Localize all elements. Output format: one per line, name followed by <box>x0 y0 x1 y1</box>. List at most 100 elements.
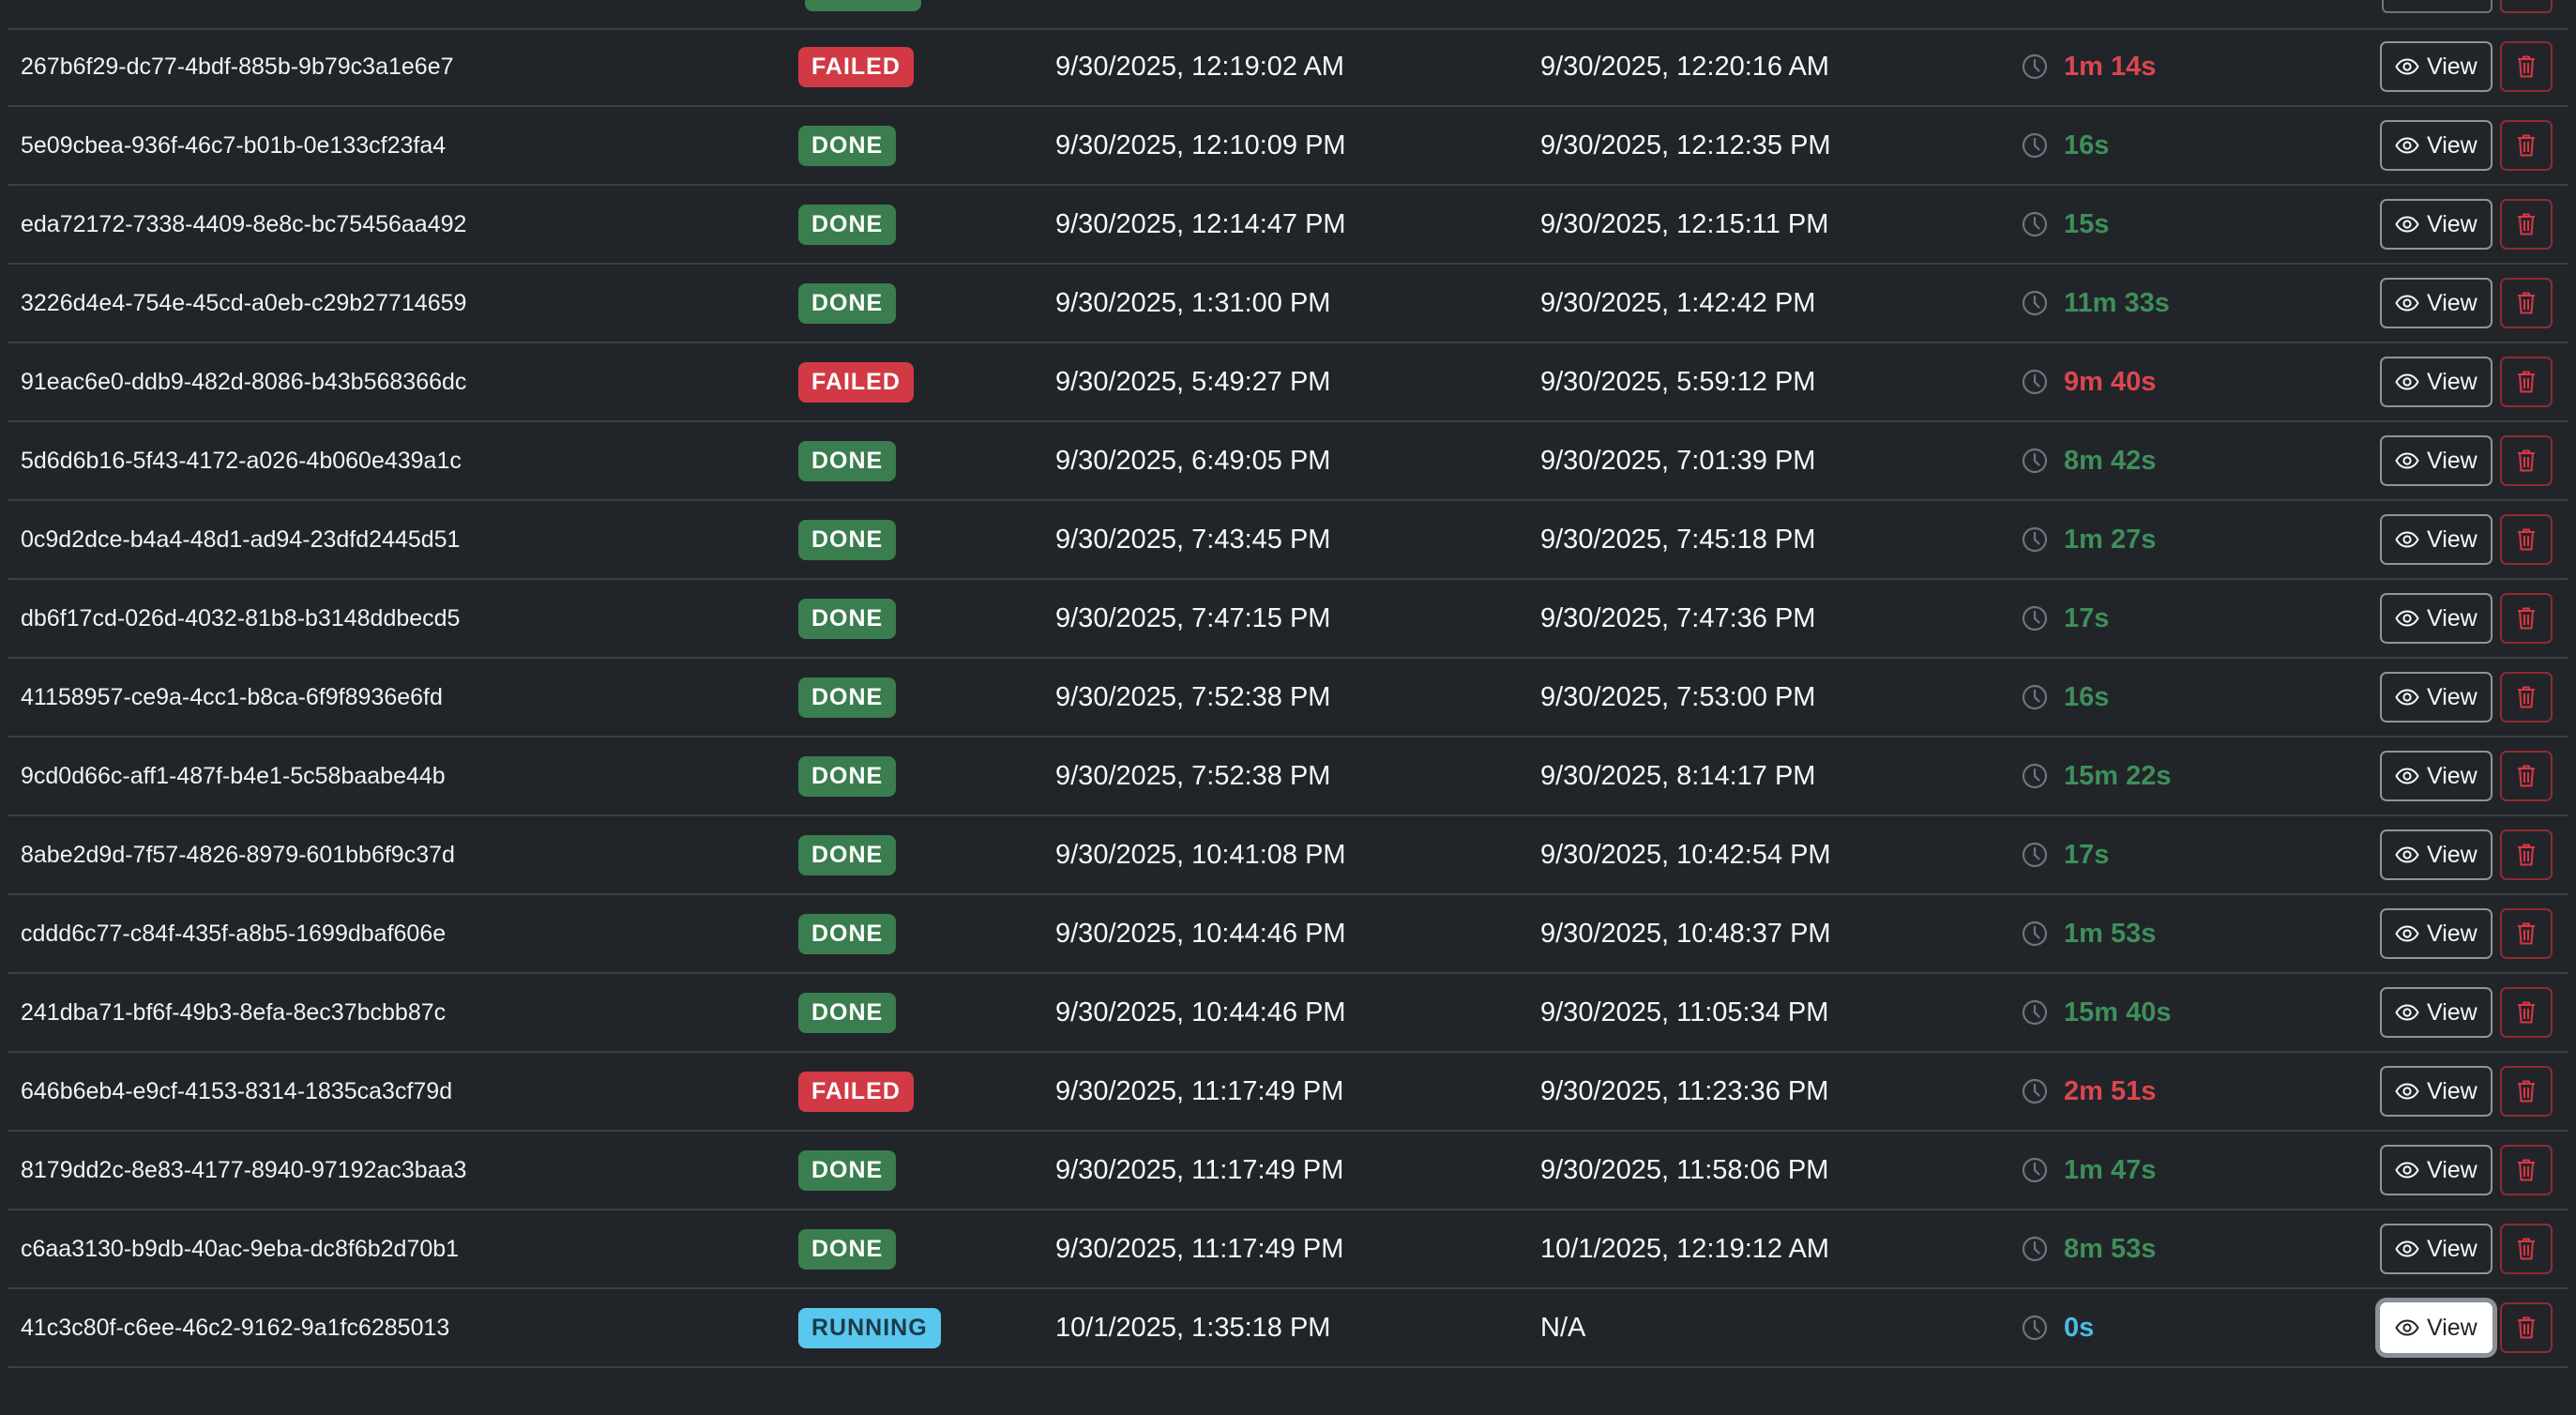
duration-value: 2m 51s <box>2064 1075 2157 1106</box>
view-button[interactable]: View <box>2380 672 2493 723</box>
delete-button[interactable] <box>2499 41 2553 92</box>
view-button[interactable]: View <box>2380 1145 2493 1195</box>
clock-icon <box>2022 211 2048 237</box>
duration-value: 8m 42s <box>2064 445 2157 476</box>
duration-value: 16s <box>2064 129 2110 160</box>
job-id: cddd6c77-c84f-435f-a8b5-1699dbaf606e <box>21 920 447 947</box>
delete-button[interactable] <box>2499 829 2553 880</box>
clock-icon <box>2022 921 2048 947</box>
view-button[interactable]: View <box>2380 1224 2493 1274</box>
duration-value: 1m 47s <box>2064 1154 2157 1185</box>
row-actions: View <box>2380 895 2553 972</box>
view-button-label: View <box>2427 604 2478 631</box>
table-row: 41c3c80f-c6ee-46c2-9162-9a1fc6285013 RUN… <box>8 1289 2568 1368</box>
end-time: 9/30/2025, 7:47:36 PM <box>1540 602 1816 633</box>
view-button[interactable]: View <box>2380 1302 2493 1353</box>
delete-button[interactable] <box>2499 514 2553 565</box>
duration-value: 1m 14s <box>2064 51 2157 82</box>
trash-icon <box>2517 55 2535 78</box>
status-badge: DONE <box>798 755 897 797</box>
duration-cell: 1m 53s <box>2021 895 2156 972</box>
delete-button[interactable] <box>2499 987 2553 1038</box>
trash-icon <box>2517 1316 2535 1339</box>
job-id: 8abe2d9d-7f57-4826-8979-601bb6f9c37d <box>21 841 455 868</box>
end-time: 9/30/2025, 11:05:34 PM <box>1540 997 1829 1027</box>
delete-button[interactable] <box>2499 357 2553 407</box>
start-time: 9/30/2025, 10:44:46 PM <box>1055 918 1346 949</box>
duration-cell: 17s <box>2021 580 2109 657</box>
clock-icon <box>2022 526 2048 553</box>
view-button[interactable]: View <box>2380 357 2493 407</box>
view-button[interactable]: View <box>2380 751 2493 801</box>
trash-icon <box>2517 765 2535 787</box>
clock-icon <box>2022 1315 2048 1341</box>
duration-cell: 8m 42s <box>2021 422 2156 499</box>
trash-icon <box>2517 1238 2535 1260</box>
start-time: 9/30/2025, 12:19:02 AM <box>1055 51 1344 82</box>
duration-cell: 0s <box>2021 1289 2094 1366</box>
delete-button[interactable] <box>2499 1145 2553 1195</box>
trash-icon <box>2517 528 2535 551</box>
view-button[interactable] <box>2382 0 2493 13</box>
duration-value: 15s <box>2064 208 2110 239</box>
clock-icon <box>2022 763 2048 789</box>
status-cell: DONE <box>798 422 897 499</box>
start-time: 9/30/2025, 7:52:38 PM <box>1055 681 1331 712</box>
duration-cell: 15m 22s <box>2021 738 2172 814</box>
delete-button[interactable] <box>2499 120 2553 171</box>
status-cell: DONE <box>798 1210 897 1287</box>
row-actions: View <box>2380 659 2553 736</box>
duration-value: 0s <box>2064 1312 2095 1343</box>
delete-button[interactable] <box>2499 1302 2553 1353</box>
trash-icon <box>2517 1001 2535 1024</box>
delete-button[interactable] <box>2500 0 2553 13</box>
view-button-label: View <box>2427 1235 2478 1262</box>
table-row: 41158957-ce9a-4cc1-b8ca-6f9f8936e6fd DON… <box>8 659 2568 738</box>
status-badge: FAILED <box>798 1071 914 1112</box>
eye-icon <box>2395 216 2419 233</box>
end-time: 9/30/2025, 12:15:11 PM <box>1540 208 1829 239</box>
duration-value: 17s <box>2064 602 2110 633</box>
job-id: 241dba71-bf6f-49b3-8efa-8ec37bcbb87c <box>21 998 447 1026</box>
view-button[interactable]: View <box>2380 41 2493 92</box>
view-button[interactable]: View <box>2380 199 2493 250</box>
view-button[interactable]: View <box>2380 120 2493 171</box>
job-id: 646b6eb4-e9cf-4153-8314-1835ca3cf79d <box>21 1077 453 1104</box>
eye-icon <box>2395 1083 2419 1100</box>
delete-button[interactable] <box>2499 1224 2553 1274</box>
view-button[interactable]: View <box>2380 514 2493 565</box>
delete-button[interactable] <box>2499 751 2553 801</box>
status-badge: DONE <box>798 598 897 639</box>
trash-icon <box>2517 292 2535 314</box>
view-button[interactable]: View <box>2380 987 2493 1038</box>
delete-button[interactable] <box>2499 1066 2553 1117</box>
trash-icon <box>2517 1159 2535 1181</box>
delete-button[interactable] <box>2499 593 2553 644</box>
clock-icon <box>2022 1236 2048 1262</box>
table-row-partial <box>8 0 2568 30</box>
row-actions: View <box>2380 265 2553 342</box>
row-actions: View <box>2380 1210 2553 1287</box>
start-time: 9/30/2025, 12:10:09 PM <box>1055 129 1346 160</box>
view-button-label: View <box>2427 998 2478 1026</box>
row-actions: View <box>2380 816 2553 893</box>
view-button[interactable]: View <box>2380 908 2493 959</box>
duration-value: 11m 33s <box>2064 287 2170 318</box>
duration-value: 1m 53s <box>2064 918 2157 949</box>
view-button-label: View <box>2427 920 2478 947</box>
delete-button[interactable] <box>2499 908 2553 959</box>
view-button[interactable]: View <box>2380 829 2493 880</box>
delete-button[interactable] <box>2499 435 2553 486</box>
delete-button[interactable] <box>2499 278 2553 328</box>
delete-button[interactable] <box>2499 199 2553 250</box>
view-button[interactable]: View <box>2380 435 2493 486</box>
row-actions: View <box>2380 186 2553 263</box>
status-cell: DONE <box>798 1132 897 1209</box>
view-button[interactable]: View <box>2380 593 2493 644</box>
eye-icon <box>2395 1240 2419 1257</box>
clock-icon <box>2022 1157 2048 1183</box>
view-button[interactable]: View <box>2380 1066 2493 1117</box>
view-button[interactable]: View <box>2380 278 2493 328</box>
end-time: 10/1/2025, 12:19:12 AM <box>1540 1233 1829 1264</box>
delete-button[interactable] <box>2499 672 2553 723</box>
